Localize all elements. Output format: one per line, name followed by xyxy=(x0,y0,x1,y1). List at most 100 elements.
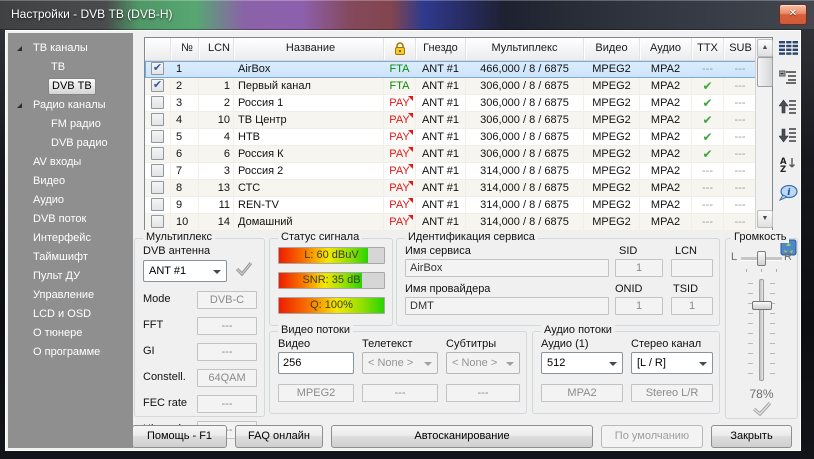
row-checkbox[interactable] xyxy=(151,113,164,126)
access-value: PAY xyxy=(389,182,409,194)
ttx-cell: --- xyxy=(692,197,724,214)
row-checkbox[interactable]: ✔ xyxy=(151,79,164,92)
multiplex-group: Мультиплекс DVB антенна ANT #1 ModeDVB-C… xyxy=(134,238,265,417)
channel-row-9[interactable]: 911REN-TVPAYANT #1314,000 / 8 / 6875MPEG… xyxy=(145,197,772,214)
channel-row-3[interactable]: 32Россия 1PAYANT #1306,000 / 8 / 6875MPE… xyxy=(145,95,772,112)
row-checkbox[interactable] xyxy=(151,147,164,160)
mux-cell: 306,000 / 8 / 6875 xyxy=(466,78,584,95)
header-video[interactable]: Видео xyxy=(584,38,640,60)
row-checkbox[interactable] xyxy=(151,198,164,211)
tree-expander-icon[interactable] xyxy=(17,103,22,108)
row-checkbox[interactable] xyxy=(151,181,164,194)
scroll-down-icon[interactable]: ▼ xyxy=(757,210,773,228)
close-window-button[interactable]: Закрыть xyxy=(711,425,792,448)
sidebar-item-1[interactable]: ТВ xyxy=(8,58,133,77)
table-scrollbar[interactable]: ▲ ▼ xyxy=(755,38,772,229)
list-remove-icon[interactable] xyxy=(776,64,800,90)
mute-check-icon[interactable] xyxy=(752,401,772,419)
header-num[interactable]: № xyxy=(171,38,199,60)
sidebar-item-11[interactable]: Таймшифт xyxy=(8,248,133,267)
row-checkbox[interactable]: ✔ xyxy=(151,62,164,75)
antenna-select[interactable]: ANT #1 xyxy=(143,260,227,282)
lcn-cell: 1 xyxy=(199,78,234,95)
row-checkbox[interactable] xyxy=(151,96,164,109)
access-cell: PAY xyxy=(384,112,416,129)
sidebar-item-8[interactable]: Аудио xyxy=(8,191,133,210)
channel-row-1[interactable]: ✔1AirBoxFTAANT #1466,000 / 8 / 6875MPEG2… xyxy=(145,61,772,78)
autoscan-button[interactable]: Автосканирование xyxy=(331,425,593,448)
sub-cell: --- xyxy=(724,112,757,129)
sidebar-item-10[interactable]: Интерфейс xyxy=(8,229,133,248)
ttx-cell: --- xyxy=(692,180,724,197)
header-audio[interactable]: Аудио xyxy=(640,38,692,60)
sort-az-icon[interactable]: A Z xyxy=(776,151,800,177)
sub-cell: --- xyxy=(724,180,757,197)
video-pid-label: Видео xyxy=(278,338,310,350)
sidebar-item-12[interactable]: Пульт ДУ xyxy=(8,267,133,286)
sidebar-item-9[interactable]: DVB поток xyxy=(8,210,133,229)
row-checkbox[interactable] xyxy=(151,164,164,177)
balance-slider-thumb[interactable] xyxy=(757,251,766,266)
channel-row-5[interactable]: 54НТВPAYANT #1306,000 / 8 / 6875MPEG2MPA… xyxy=(145,129,772,146)
sidebar-item-5[interactable]: DVB радио xyxy=(8,134,133,153)
sidebar-item-2[interactable]: DVB ТВ xyxy=(8,77,133,96)
audio-pid-label: Аудио (1) xyxy=(541,338,589,350)
row-checkbox[interactable] xyxy=(151,130,164,143)
header-lcn[interactable]: LCN xyxy=(199,38,234,60)
volume-slider[interactable] xyxy=(759,279,764,381)
row-checkbox-cell xyxy=(145,180,171,197)
access-cell: PAY xyxy=(384,197,416,214)
sidebar-item-7[interactable]: Видео xyxy=(8,172,133,191)
close-button[interactable]: ✕ xyxy=(779,4,807,25)
help-button[interactable]: Помощь - F1 xyxy=(132,425,227,448)
channel-row-10[interactable]: 1014ДомашнийPAYANT #1314,000 / 8 / 6875M… xyxy=(145,214,772,231)
header-lock[interactable] xyxy=(384,38,416,60)
sidebar-item-label: AV входы xyxy=(30,153,84,172)
row-checkbox-cell: ✔ xyxy=(145,61,171,78)
header-mux[interactable]: Мультиплекс xyxy=(466,38,584,60)
channel-row-8[interactable]: 813СТСPAYANT #1314,000 / 8 / 6875MPEG2MP… xyxy=(145,180,772,197)
ttx-cell: ✔ xyxy=(692,129,724,146)
sidebar-item-16[interactable]: О программе xyxy=(8,343,133,362)
teletext-select[interactable]: < None > xyxy=(362,352,438,374)
sub-cell: --- xyxy=(724,129,757,146)
header-name[interactable]: Название xyxy=(234,38,384,60)
header-socket[interactable]: Гнездо xyxy=(416,38,466,60)
sidebar-item-label: Аудио xyxy=(30,191,67,210)
move-up-icon[interactable] xyxy=(776,93,800,119)
sidebar-item-13[interactable]: Управление xyxy=(8,286,133,305)
audio-cell: MPA2 xyxy=(640,61,692,78)
lcn-cell xyxy=(199,61,234,78)
stereo-select[interactable]: [L / R] xyxy=(631,352,713,374)
move-down-icon[interactable] xyxy=(776,122,800,148)
mux-cell: 314,000 / 8 / 6875 xyxy=(466,214,584,231)
video-pid-input[interactable]: 256 xyxy=(278,352,354,374)
sidebar-item-0[interactable]: ТВ каналы xyxy=(8,39,133,58)
channel-row-6[interactable]: 66Россия КPAYANT #1306,000 / 8 / 6875MPE… xyxy=(145,146,772,163)
row-checkbox[interactable] xyxy=(151,215,164,228)
audio-pid-select[interactable]: 512 xyxy=(541,352,623,374)
channel-row-4[interactable]: 410ТВ ЦентрPAYANT #1306,000 / 8 / 6875MP… xyxy=(145,112,772,129)
sidebar-item-6[interactable]: AV входы xyxy=(8,153,133,172)
signal-bar-label: SNR: 35 dB xyxy=(279,273,384,288)
lcn-cell: 11 xyxy=(199,197,234,214)
channel-row-7[interactable]: 73Россия 2PAYANT #1314,000 / 8 / 6875MPE… xyxy=(145,163,772,180)
sidebar-item-14[interactable]: LCD и OSD xyxy=(8,305,133,324)
faq-button[interactable]: FAQ онлайн xyxy=(235,425,323,448)
scroll-thumb[interactable] xyxy=(757,57,773,87)
row-checkbox-cell xyxy=(145,129,171,146)
subtitles-select[interactable]: < None > xyxy=(446,352,520,374)
header-sub[interactable]: SUB xyxy=(724,38,757,60)
scroll-up-icon[interactable]: ▲ xyxy=(757,39,773,57)
svg-text:i: i xyxy=(787,188,791,198)
sidebar-item-3[interactable]: Радио каналы xyxy=(8,96,133,115)
tree-expander-icon[interactable] xyxy=(17,46,22,51)
header-ttx[interactable]: TTX xyxy=(692,38,724,60)
volume-slider-thumb[interactable] xyxy=(752,301,772,310)
sidebar-item-4[interactable]: FM радио xyxy=(8,115,133,134)
channel-grid-icon[interactable] xyxy=(776,35,800,61)
ttx-cell: --- xyxy=(692,61,724,78)
sidebar-item-15[interactable]: О тюнере xyxy=(8,324,133,343)
channel-row-2[interactable]: ✔21Первый каналFTAANT #1306,000 / 8 / 68… xyxy=(145,78,772,95)
info-balloon-icon[interactable]: i xyxy=(776,180,800,206)
